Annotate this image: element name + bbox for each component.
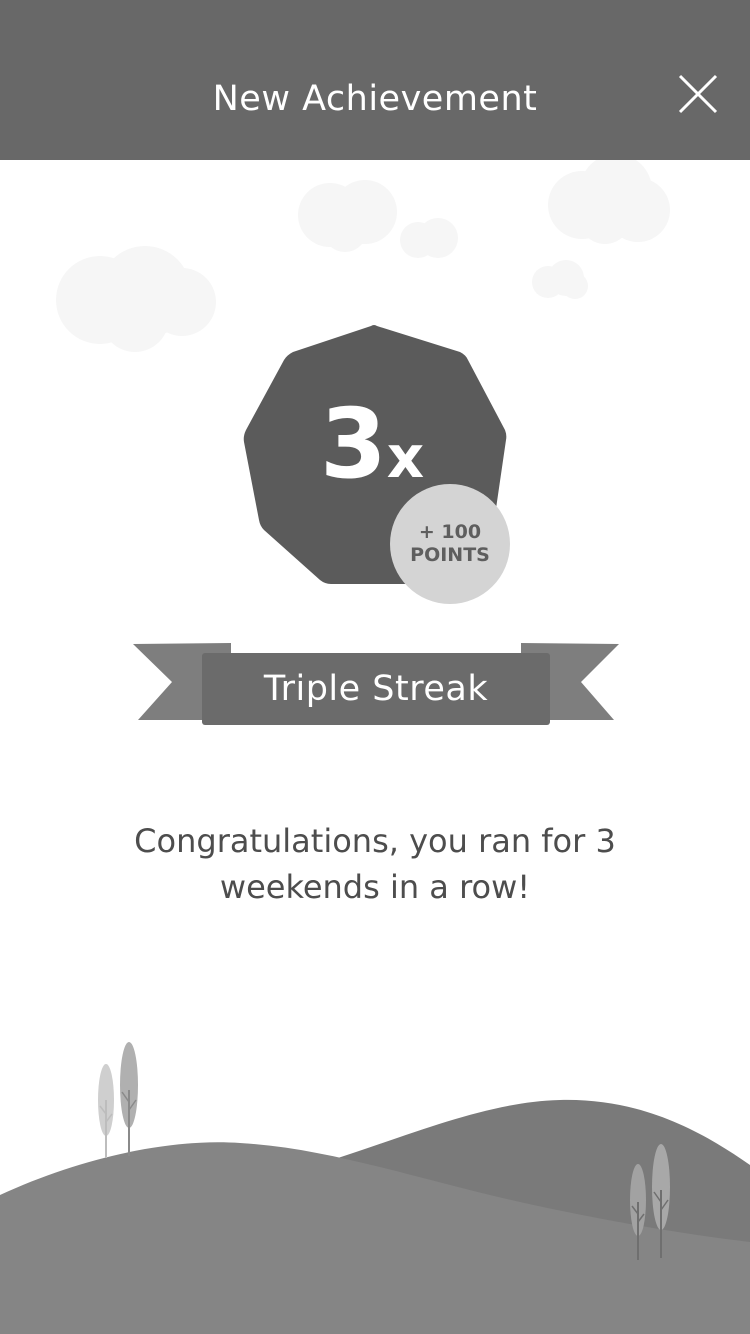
- close-button[interactable]: [670, 66, 726, 122]
- page-title: New Achievement: [212, 79, 538, 119]
- header-bar: New Achievement: [0, 0, 750, 160]
- ribbon-fold: [231, 643, 521, 653]
- close-icon: [678, 74, 718, 114]
- achievement-title: Triple Streak: [263, 669, 489, 709]
- cloud-icon: [298, 180, 397, 252]
- tree-icon: [120, 1042, 138, 1156]
- cloud-icon: [56, 246, 216, 352]
- points-badge: + 100 POINTS: [390, 484, 510, 604]
- points-unit: POINTS: [410, 544, 490, 566]
- cloud-icon: [400, 218, 458, 258]
- cloud-icon: [548, 154, 670, 244]
- landscape-illustration: [0, 1042, 750, 1334]
- achievement-message: Congratulations, you ran for 3 weekends …: [134, 822, 616, 906]
- streak-count: 3x: [320, 384, 424, 517]
- tree-icon: [98, 1064, 114, 1158]
- points-amount: + 100: [418, 521, 482, 543]
- cloud-icon: [532, 260, 588, 299]
- streak-multiplier: x: [386, 423, 424, 491]
- streak-number: 3: [320, 388, 387, 500]
- achievement-badge: 3x + 100 POINTS: [234, 318, 516, 612]
- achievement-screen: New Achievement 3x + 100 POINTS Triple S…: [0, 0, 750, 1334]
